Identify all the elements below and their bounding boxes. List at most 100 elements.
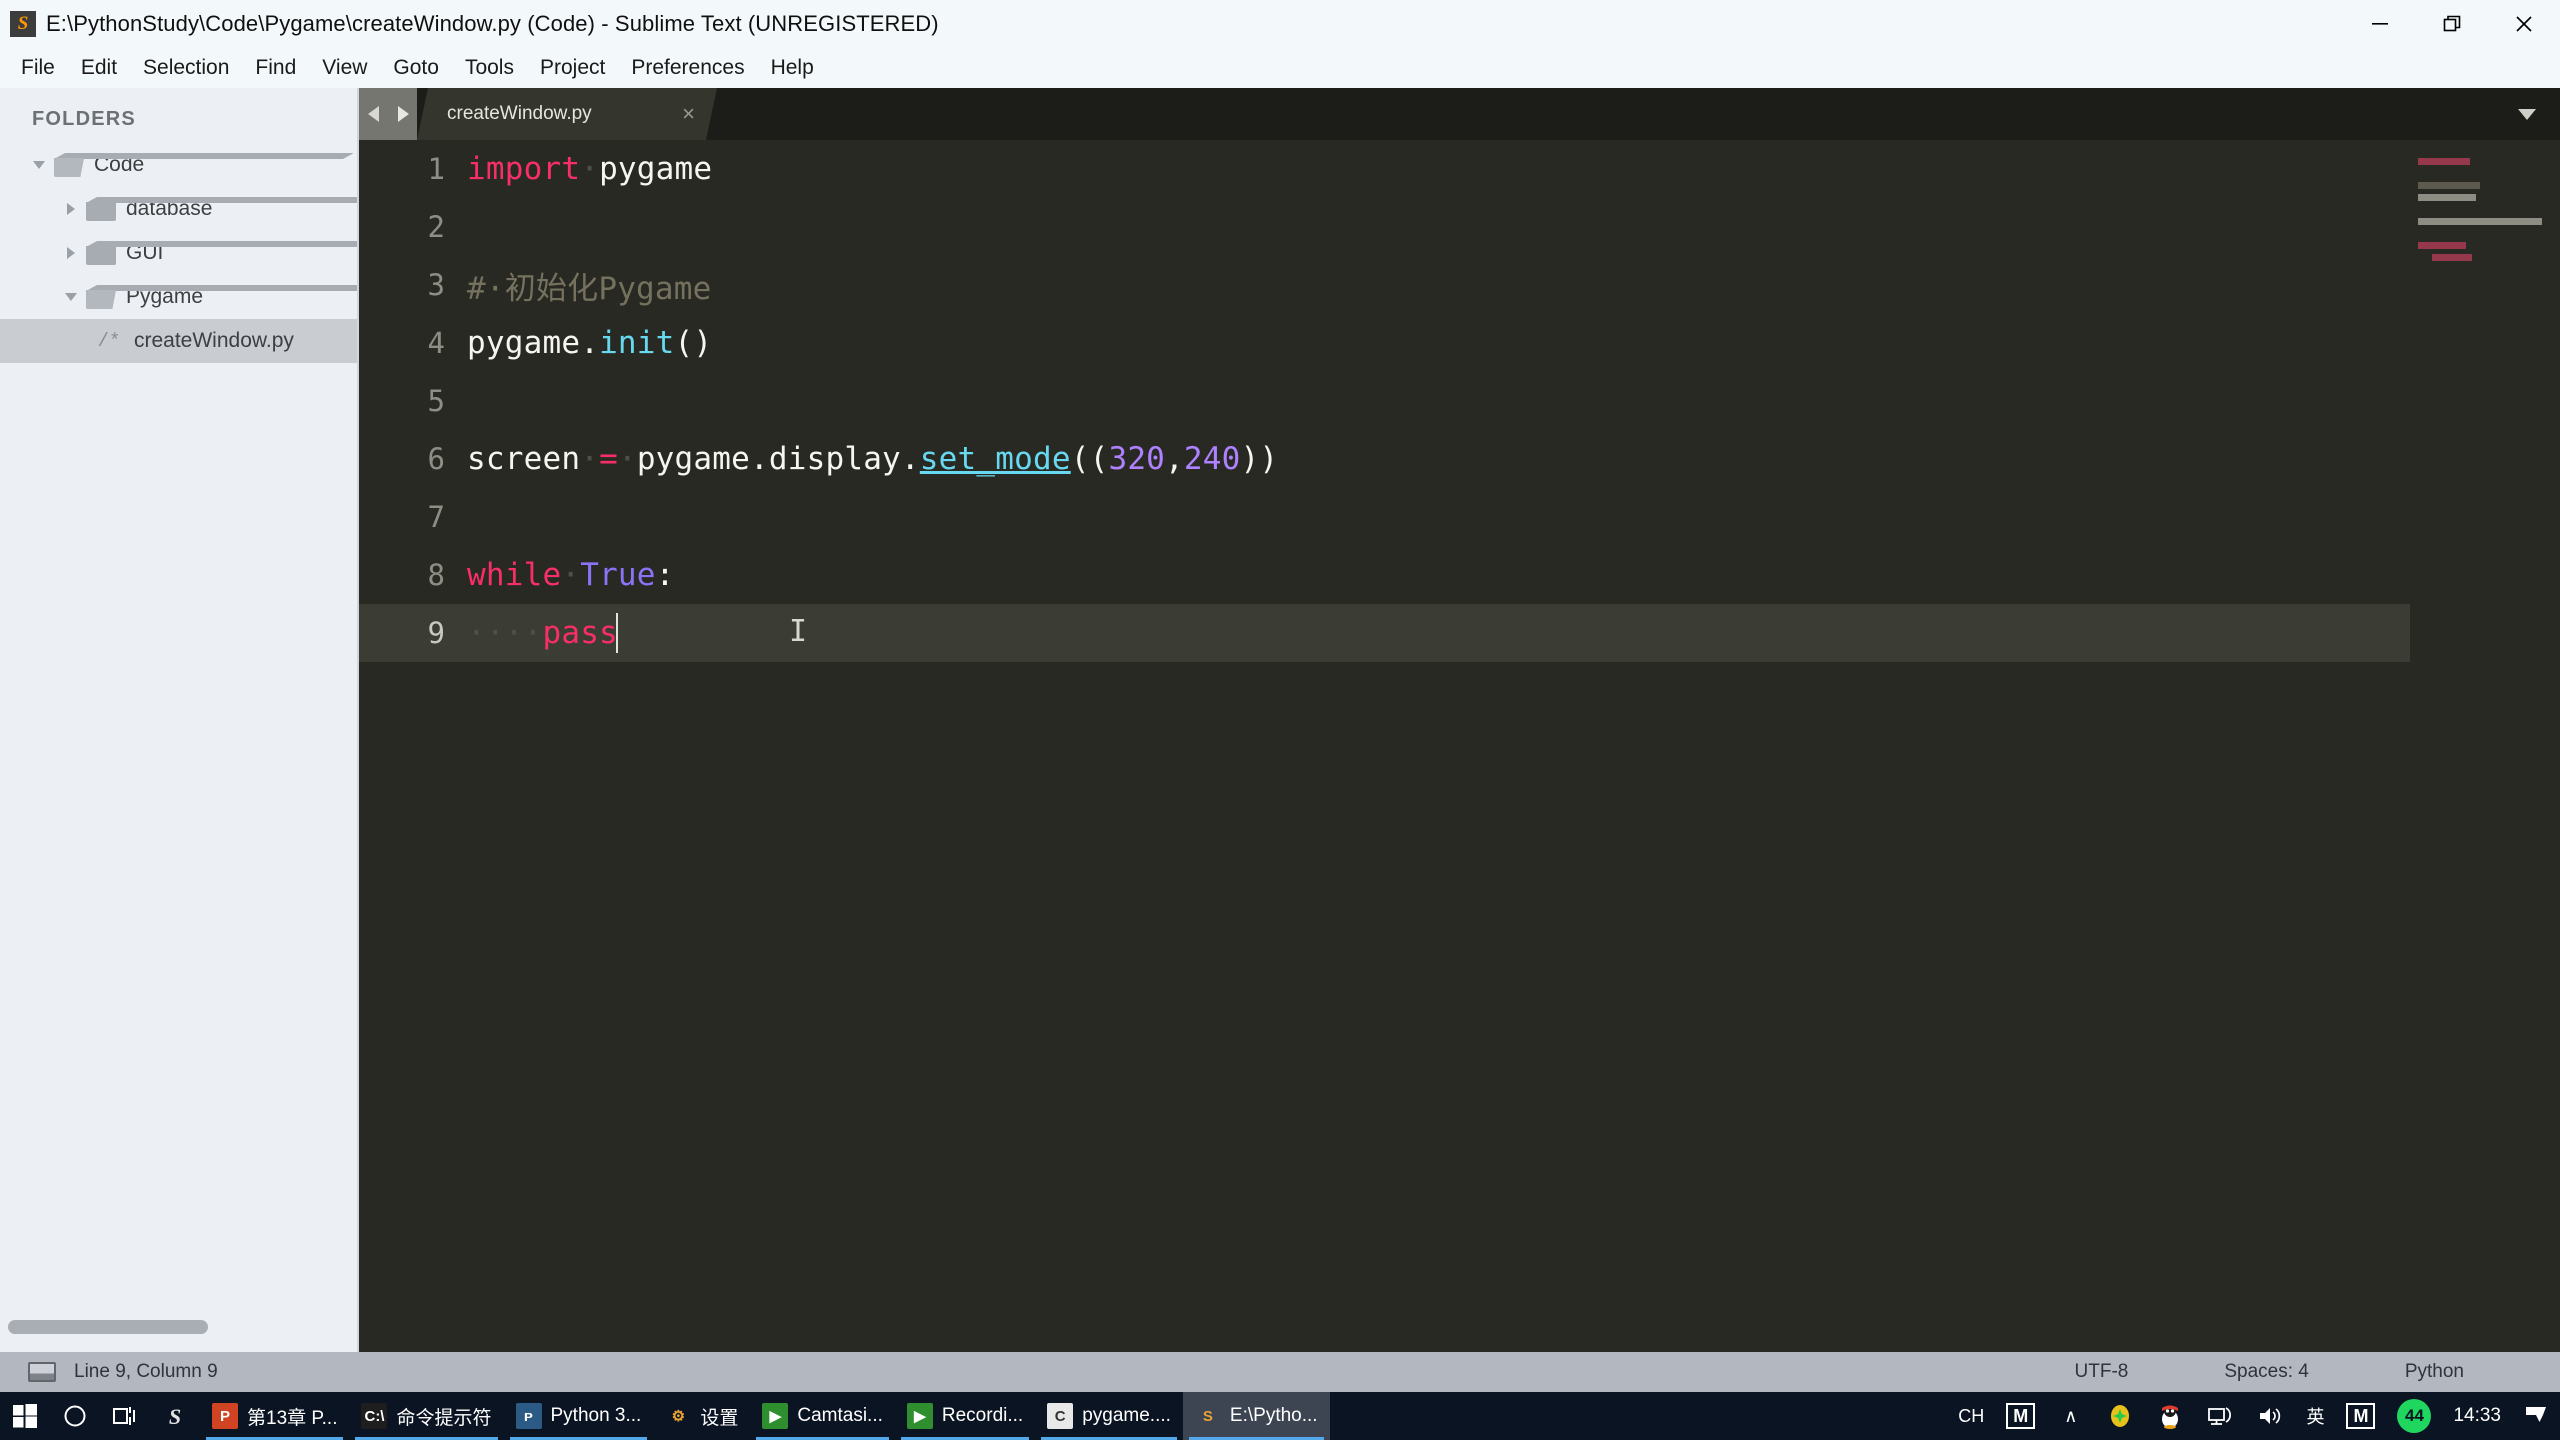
tray-notification-badge[interactable]: 44 bbox=[2386, 1392, 2442, 1440]
maximize-restore-button[interactable] bbox=[2416, 0, 2488, 48]
status-bar: Line 9, Column 9 UTF-8 Spaces: 4 Python bbox=[0, 1352, 2560, 1392]
taskbar-app-7[interactable]: S E:\Pytho... bbox=[1182, 1392, 1330, 1440]
taskbar-app-5[interactable]: ▶ Recordi... bbox=[895, 1392, 1035, 1440]
token-fn-u: set_mode bbox=[919, 441, 1071, 477]
chevron-down-icon[interactable] bbox=[60, 286, 82, 308]
menu-project[interactable]: Project bbox=[527, 52, 618, 84]
syntax-status[interactable]: Python bbox=[2405, 1361, 2464, 1383]
code-line-content: screen·=·pygame.display.set_mode((320,24… bbox=[467, 441, 1278, 477]
code-minimap[interactable] bbox=[2410, 140, 2560, 1352]
token-com: #·初始化Pygame bbox=[467, 270, 712, 307]
code-editor[interactable]: 1 import·pygame 2 3 #·初始化Pygame 4 pygame.init(… bbox=[359, 140, 2560, 1352]
start-button[interactable] bbox=[0, 1392, 50, 1440]
close-button[interactable] bbox=[2488, 0, 2560, 48]
taskbar-app-0[interactable]: P 第13章 P... bbox=[200, 1392, 349, 1440]
line-number: 4 bbox=[427, 326, 445, 360]
tree-item-createwindow-py[interactable]: /* createWindow.py bbox=[0, 319, 359, 363]
taskbar-app-3[interactable]: ⚙ 设置 bbox=[653, 1392, 750, 1440]
tray-ime-ch[interactable]: CH bbox=[1947, 1392, 1995, 1440]
token-kw: import bbox=[467, 151, 581, 187]
folder-tree: Code database GUI Pygame /* createWindow.py bbox=[0, 143, 359, 363]
ime-lang-icon[interactable]: 英 bbox=[2295, 1392, 2335, 1440]
window-controls bbox=[2344, 0, 2560, 48]
tray-expand-chevron[interactable]: ∧ bbox=[2046, 1392, 2095, 1440]
menu-view[interactable]: View bbox=[309, 52, 380, 84]
sidebar-horizontal-scrollbar[interactable] bbox=[8, 1320, 348, 1334]
token-punc: pygame bbox=[636, 441, 750, 477]
cortana-search-button[interactable] bbox=[50, 1392, 100, 1440]
token-punc: . bbox=[580, 325, 600, 361]
code-line-4[interactable]: 4 pygame.init() bbox=[359, 314, 2560, 372]
chevron-down-icon[interactable] bbox=[28, 154, 50, 176]
taskbar-app-1[interactable]: C:\ 命令提示符 bbox=[349, 1392, 503, 1440]
sublime-taskbar-pin[interactable]: S bbox=[150, 1392, 200, 1440]
code-line-2[interactable]: 2 bbox=[359, 198, 2560, 256]
menu-preferences[interactable]: Preferences bbox=[618, 52, 757, 84]
taskbar-app-list: P 第13章 P... C:\ 命令提示符 ᴩ Python 3... ⚙ 设置 ▶ Camtas… bbox=[200, 1392, 1330, 1440]
token-num: 240 bbox=[1183, 441, 1241, 477]
security-shield-icon[interactable] bbox=[2095, 1392, 2145, 1440]
folder-icon bbox=[54, 153, 84, 177]
app-label: 命令提示符 bbox=[396, 1407, 492, 1429]
tab-overflow-dropdown[interactable] bbox=[2512, 88, 2542, 140]
token-dot: · bbox=[617, 441, 637, 477]
app-label: Python 3... bbox=[550, 1405, 642, 1426]
sidebar-toggle-icon[interactable] bbox=[28, 1362, 56, 1382]
taskbar-app-6[interactable]: Cpygame.... bbox=[1035, 1392, 1183, 1440]
chevron-right-icon[interactable] bbox=[60, 198, 82, 220]
folders-header: FOLDERS bbox=[32, 108, 136, 130]
token-punc: . bbox=[750, 441, 769, 477]
tab-nav-arrows[interactable] bbox=[359, 88, 417, 140]
code-line-7[interactable]: 7 bbox=[359, 488, 2560, 546]
network-icon[interactable] bbox=[2195, 1392, 2245, 1440]
ime-mode-icon[interactable]: M bbox=[2335, 1392, 2386, 1440]
menu-tools[interactable]: Tools bbox=[452, 52, 527, 84]
taskbar-clock[interactable]: 14:33 bbox=[2442, 1392, 2512, 1440]
tray-ime-m-boxed[interactable]: M bbox=[1995, 1392, 2046, 1440]
tab-close-icon[interactable]: × bbox=[682, 103, 695, 125]
code-line-6[interactable]: 6 screen·=·pygame.display.set_mode((320,2… bbox=[359, 430, 2560, 488]
token-dot: · bbox=[561, 557, 581, 593]
token-kw: pass bbox=[542, 615, 618, 651]
sidebar-scroll-thumb[interactable] bbox=[8, 1320, 208, 1334]
menu-find[interactable]: Find bbox=[242, 52, 309, 84]
menu-file[interactable]: File bbox=[8, 52, 68, 84]
token-punc: , bbox=[1165, 441, 1184, 477]
task-view-button[interactable] bbox=[100, 1392, 150, 1440]
code-line-content: #·初始化Pygame bbox=[467, 263, 712, 308]
token-punc: display bbox=[768, 441, 901, 477]
code-line-1[interactable]: 1 import·pygame bbox=[359, 140, 2560, 198]
taskbar-app-2[interactable]: ᴩ Python 3... bbox=[504, 1392, 654, 1440]
token-cls: True bbox=[580, 557, 656, 593]
folder-icon bbox=[86, 241, 116, 265]
menu-goto[interactable]: Goto bbox=[380, 52, 452, 84]
chevron-right-icon[interactable] bbox=[60, 242, 82, 264]
qq-penguin-icon[interactable] bbox=[2145, 1392, 2195, 1440]
menu-help[interactable]: Help bbox=[758, 52, 827, 84]
cursor-position-status: Line 9, Column 9 bbox=[74, 1361, 218, 1382]
sublime-logo-icon: S bbox=[169, 1404, 181, 1429]
code-line-8[interactable]: 8 while·True: bbox=[359, 546, 2560, 604]
menu-selection[interactable]: Selection bbox=[130, 52, 242, 84]
folder-icon bbox=[86, 285, 116, 309]
main-area: FOLDERS Code database GUI Pygame /* createWin… bbox=[0, 88, 2560, 1352]
code-line-3[interactable]: 3 #·初始化Pygame bbox=[359, 256, 2560, 314]
line-number: 6 bbox=[427, 442, 445, 476]
indentation-status[interactable]: Spaces: 4 bbox=[2224, 1361, 2309, 1383]
tree-item-gui[interactable]: GUI bbox=[0, 231, 359, 275]
line-number: 1 bbox=[427, 152, 445, 186]
encoding-status[interactable]: UTF-8 bbox=[2075, 1361, 2129, 1383]
minimize-button[interactable] bbox=[2344, 0, 2416, 48]
code-line-5[interactable]: 5 bbox=[359, 372, 2560, 430]
tree-item-pygame[interactable]: Pygame bbox=[0, 275, 359, 319]
code-line-9[interactable]: 9 ····pass I bbox=[359, 604, 2560, 662]
menu-edit[interactable]: Edit bbox=[68, 52, 130, 84]
volume-icon[interactable] bbox=[2245, 1392, 2295, 1440]
chevron-right-icon bbox=[397, 106, 409, 122]
action-center-icon[interactable] bbox=[2512, 1392, 2560, 1440]
tree-item-code[interactable]: Code bbox=[0, 143, 359, 187]
taskbar-app-4[interactable]: ▶ Camtasi... bbox=[750, 1392, 895, 1440]
app-label: Recordi... bbox=[941, 1405, 1024, 1426]
editor-tab-createwindow[interactable]: createWindow.py × bbox=[417, 88, 717, 140]
tree-item-database[interactable]: database bbox=[0, 187, 359, 231]
